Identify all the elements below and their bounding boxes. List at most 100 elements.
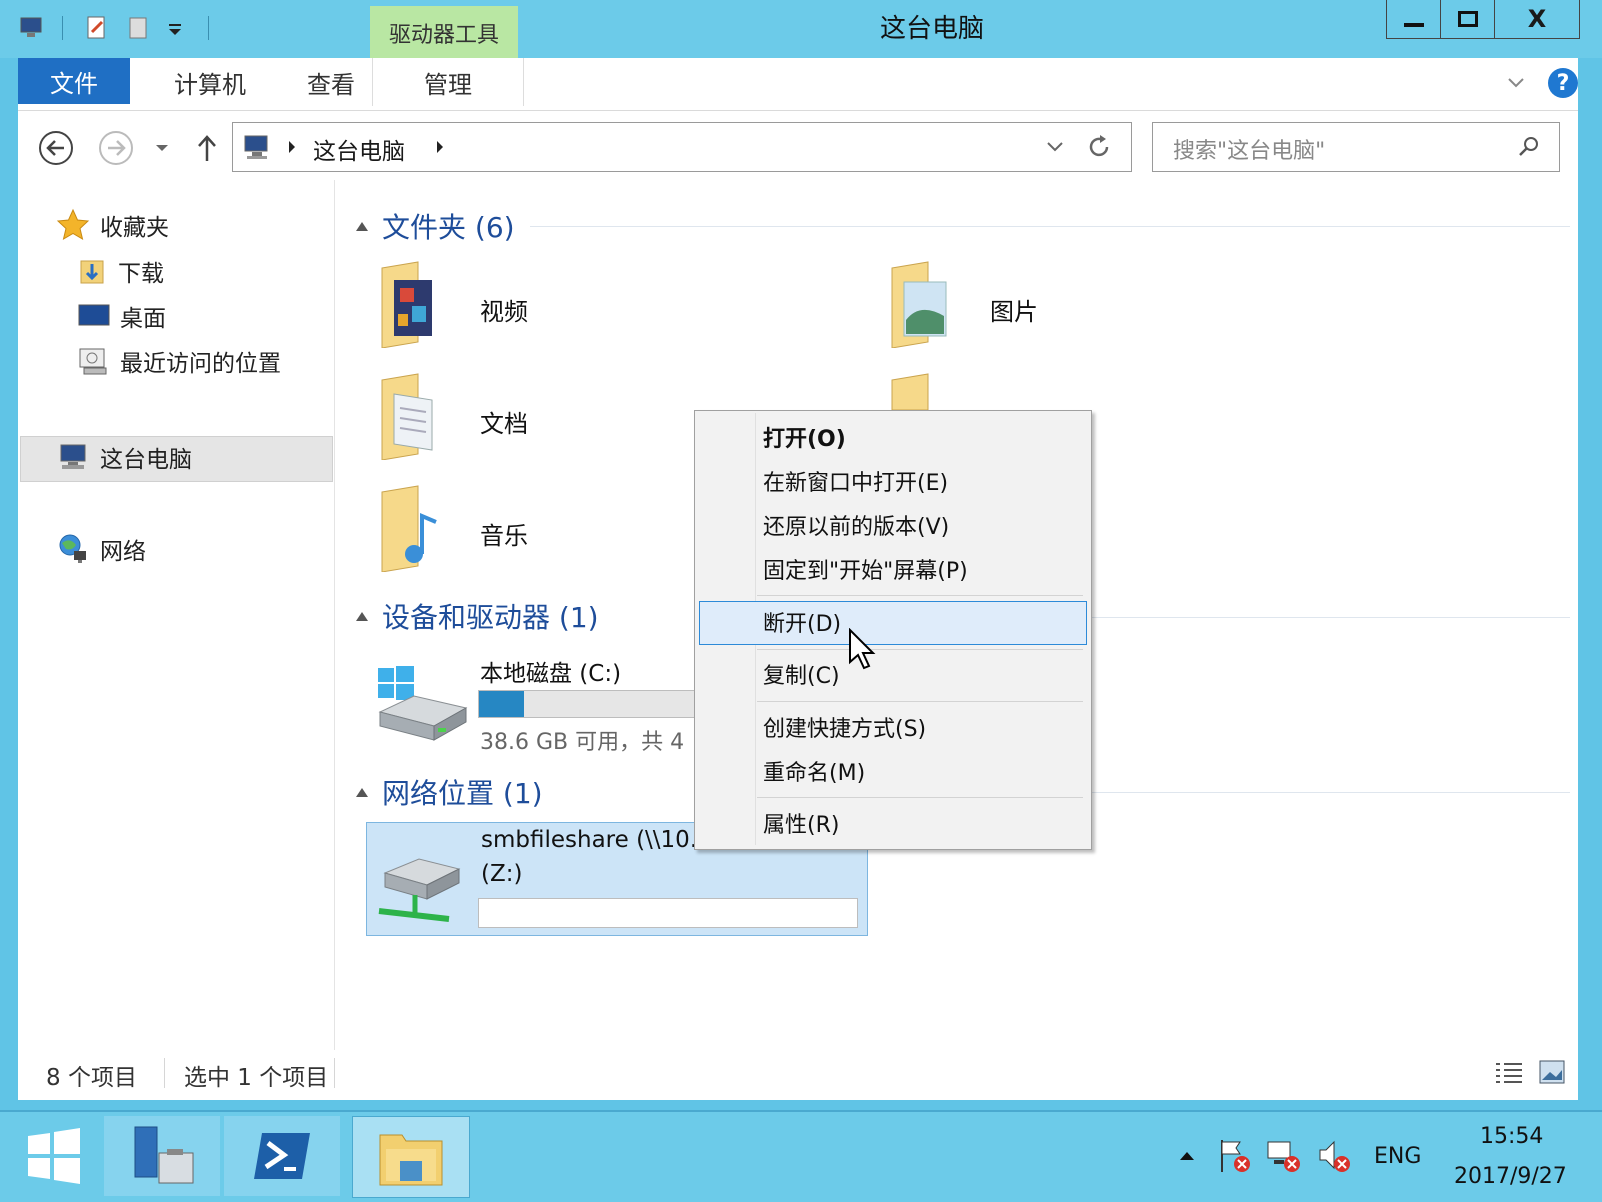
folder-label-music: 音乐	[480, 522, 528, 550]
menu-item-restore-previous[interactable]: 还原以前的版本(V)	[763, 505, 949, 545]
forward-arrow-icon	[99, 131, 133, 165]
menu-item-copy[interactable]: 复制(C)	[763, 654, 840, 694]
recent-locations-button[interactable]	[150, 136, 174, 160]
music-folder-icon	[381, 485, 437, 572]
details-view-icon[interactable]	[1494, 1060, 1524, 1086]
menu-separator	[757, 701, 1083, 702]
large-icons-view-icon[interactable]	[1538, 1058, 1566, 1086]
menu-separator	[757, 649, 1083, 650]
tab-file[interactable]: 文件	[18, 58, 130, 104]
drive-c-free: 38.6 GB 可用，共 4	[480, 730, 685, 755]
menu-item-rename[interactable]: 重命名(M)	[763, 751, 865, 791]
group-divider	[1090, 617, 1570, 618]
file-explorer-icon	[379, 1134, 443, 1186]
tab-view[interactable]: 查看	[276, 58, 386, 106]
taskbar-powershell[interactable]	[224, 1116, 340, 1196]
menu-highlight	[699, 601, 1087, 645]
taskbar-server-manager[interactable]	[104, 1116, 220, 1196]
menu-item-pin-to-start[interactable]: 固定到"开始"屏幕(P)	[763, 549, 968, 589]
desktop-icon	[78, 304, 110, 326]
nav-item-favorites[interactable]: 收藏夹	[56, 208, 169, 242]
collapse-triangle-icon	[356, 787, 368, 797]
close-button[interactable]: X	[1494, 0, 1580, 39]
forward-button[interactable]	[96, 128, 136, 168]
volume-muted-icon[interactable]	[1316, 1138, 1352, 1174]
taskbar-file-explorer[interactable]	[352, 1116, 470, 1198]
server-manager-icon	[134, 1126, 194, 1184]
search-input[interactable]: 搜索"这台电脑"	[1152, 122, 1560, 172]
network-drive-usage-bar	[478, 898, 858, 928]
address-history-chevron-icon[interactable]	[1045, 139, 1065, 155]
menu-item-create-shortcut[interactable]: 创建快捷方式(S)	[763, 707, 926, 747]
close-icon: X	[1527, 5, 1547, 33]
properties-icon[interactable]	[84, 14, 110, 42]
menu-item-properties[interactable]: 属性(R)	[763, 803, 839, 843]
downloads-folder-icon	[891, 373, 929, 410]
network-drive-name: smbfileshare (\\10.	[481, 827, 698, 853]
tab-manage[interactable]: 管理	[372, 58, 524, 106]
windows-logo-icon	[28, 1128, 80, 1184]
downloads-folder-icon	[80, 260, 104, 284]
group-header-devices[interactable]: 设备和驱动器 (1)	[356, 596, 599, 636]
computer-icon	[244, 135, 268, 159]
drive-tools-context-tab: 驱动器工具	[370, 6, 518, 60]
nav-label-network: 网络	[100, 539, 146, 565]
tab-computer[interactable]: 计算机	[148, 58, 272, 106]
navigation-pane	[18, 180, 335, 1050]
folder-label-videos: 视频	[480, 298, 528, 326]
minimize-button[interactable]	[1386, 0, 1442, 39]
menu-item-open-new-window[interactable]: 在新窗口中打开(E)	[763, 461, 948, 501]
nav-item-this-pc[interactable]: 这台电脑	[56, 440, 192, 474]
group-header-folders[interactable]: 文件夹 (6)	[356, 206, 515, 246]
clock-date[interactable]: 2017/9/27	[1454, 1164, 1567, 1189]
videos-folder-icon	[381, 261, 432, 348]
refresh-icon[interactable]	[1085, 133, 1113, 161]
new-folder-icon[interactable]	[126, 14, 152, 42]
action-center-flag-icon[interactable]	[1218, 1138, 1252, 1174]
input-language[interactable]: ENG	[1374, 1144, 1421, 1169]
menu-item-disconnect[interactable]: 断开(D)	[763, 602, 841, 642]
nav-label-downloads: 下载	[118, 261, 164, 287]
nav-item-recent[interactable]: 最近访问的位置	[78, 344, 281, 378]
search-placeholder: 搜索"这台电脑"	[1173, 139, 1326, 164]
windows-drive-icon	[378, 666, 468, 741]
status-selected-count: 选中 1 个项目	[184, 1065, 329, 1091]
breadcrumb[interactable]: 这台电脑	[313, 132, 405, 166]
computer-icon	[60, 444, 86, 469]
customize-quick-access-icon[interactable]	[166, 14, 186, 42]
group-divider	[1090, 792, 1570, 793]
clock-time[interactable]: 15:54	[1480, 1124, 1543, 1149]
nav-item-downloads[interactable]: 下载	[78, 254, 164, 288]
nav-item-network[interactable]: 网络	[56, 532, 146, 566]
nav-label-favorites: 收藏夹	[100, 215, 169, 241]
group-title-folders: 文件夹 (6)	[382, 211, 515, 244]
show-hidden-icons-icon[interactable]	[1178, 1150, 1196, 1162]
maximize-icon	[1458, 11, 1478, 27]
network-drive-letter: (Z:)	[481, 861, 523, 887]
help-icon[interactable]: ?	[1548, 68, 1578, 98]
back-button[interactable]	[36, 128, 76, 168]
up-button[interactable]	[190, 130, 224, 166]
group-header-network-locations[interactable]: 网络位置 (1)	[356, 772, 543, 812]
address-bar[interactable]: 这台电脑	[232, 122, 1132, 172]
ribbon-tabs: 计算机 查看 管理 ?	[18, 58, 1578, 111]
network-status-icon[interactable]	[1266, 1138, 1302, 1174]
nav-item-desktop[interactable]: 桌面	[78, 299, 166, 333]
status-item-count: 8 个项目	[46, 1065, 137, 1091]
network-drive-icon	[378, 858, 461, 922]
computer-icon[interactable]	[18, 14, 44, 42]
group-divider	[530, 226, 1570, 227]
expand-ribbon-icon[interactable]	[1506, 74, 1526, 90]
breadcrumb-arrow-icon[interactable]	[287, 139, 297, 155]
folder-label-pictures: 图片	[990, 298, 1038, 326]
title-bar	[0, 0, 1602, 58]
breadcrumb-arrow-icon[interactable]	[435, 139, 445, 155]
status-divider	[164, 1058, 165, 1088]
menu-item-open[interactable]: 打开(O)	[763, 417, 846, 457]
start-button[interactable]	[8, 1116, 100, 1196]
maximize-button[interactable]	[1440, 0, 1496, 39]
network-icon	[59, 534, 86, 563]
powershell-icon	[254, 1133, 310, 1179]
collapse-triangle-icon	[356, 221, 368, 231]
status-divider	[334, 1058, 335, 1088]
